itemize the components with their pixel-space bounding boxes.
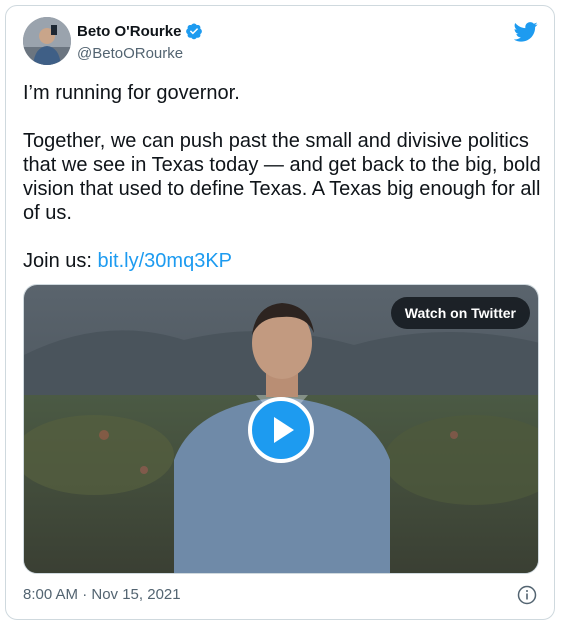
twitter-bird-icon[interactable] [513,22,538,42]
video-player[interactable]: Watch on Twitter [23,284,539,574]
verified-badge-icon [185,22,203,40]
tweet-paragraph-join: Join us: bit.ly/30mq3KP [23,249,543,273]
author-display-name[interactable]: Beto O'Rourke [77,23,181,40]
author-handle[interactable]: @BetoORourke [77,45,183,62]
tweet-card[interactable]: Beto O'Rourke @BetoORourke I’m running f… [5,5,555,620]
tweet-link[interactable]: bit.ly/30mq3KP [97,250,232,272]
tweet-paragraph: I’m running for governor. [23,82,240,104]
play-button[interactable] [248,397,314,463]
tweet-timestamp[interactable]: 8:00 AM · Nov 15, 2021 [23,586,181,603]
tweet-body: I’m running for governor. Together, we c… [23,81,543,273]
avatar[interactable] [23,17,71,65]
play-icon [274,417,294,443]
tweet-paragraph: Together, we can push past the small and… [23,130,541,224]
join-prefix: Join us: [23,250,98,272]
author-name-row[interactable]: Beto O'Rourke [77,22,203,40]
info-icon[interactable] [517,585,537,605]
watch-on-twitter-button[interactable]: Watch on Twitter [390,297,530,329]
